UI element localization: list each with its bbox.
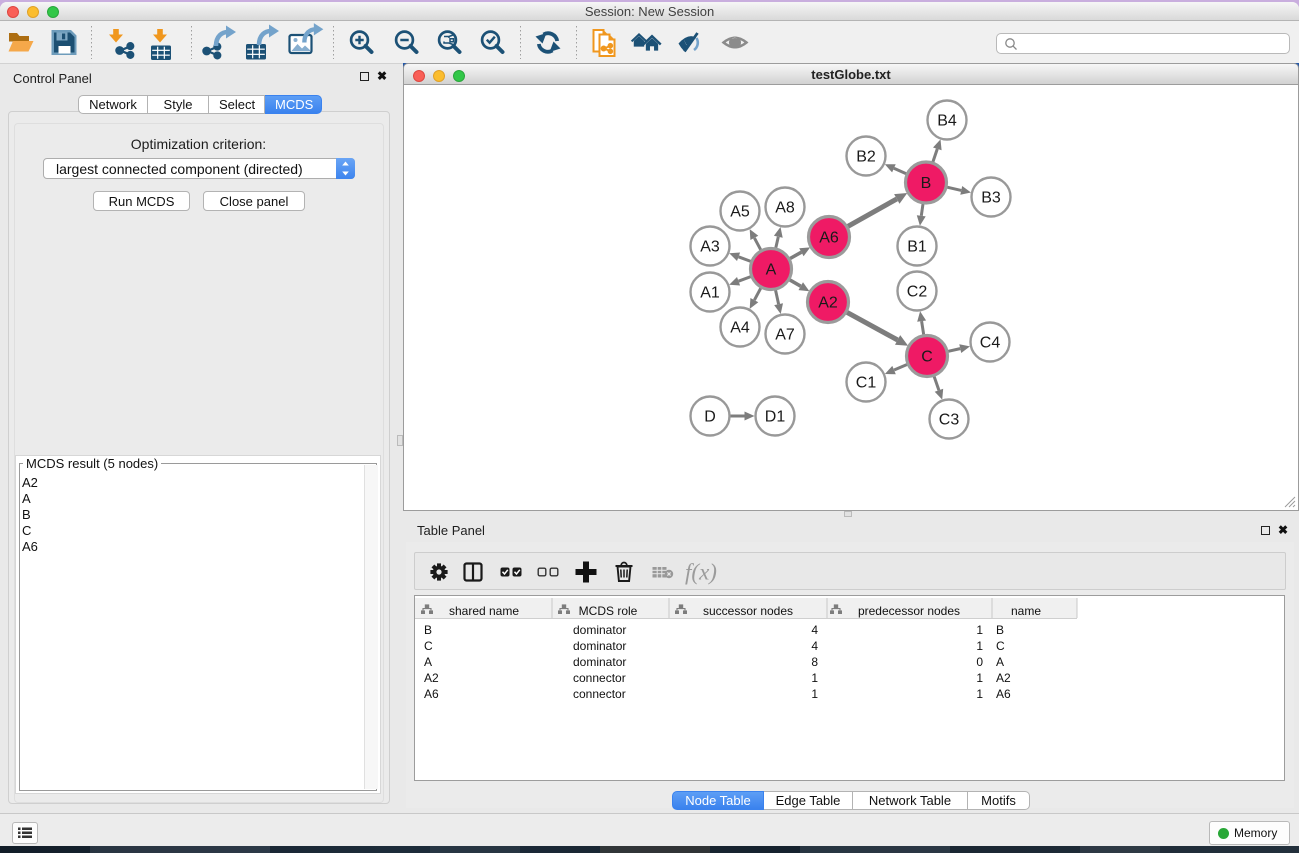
svg-text:dominator: dominator — [573, 655, 626, 669]
svg-text:A3: A3 — [700, 239, 720, 256]
svg-text:A2: A2 — [424, 671, 439, 685]
svg-text:C2: C2 — [907, 284, 928, 301]
svg-text:shared name: shared name — [449, 604, 519, 618]
svg-text:A2: A2 — [818, 295, 838, 312]
svg-text:dominator: dominator — [573, 639, 626, 653]
svg-text:name: name — [1011, 604, 1041, 618]
svg-text:connector: connector — [573, 671, 626, 685]
svg-text:D1: D1 — [765, 409, 786, 426]
svg-text:predecessor nodes: predecessor nodes — [858, 604, 960, 618]
svg-text:A: A — [996, 655, 1004, 669]
svg-text:1: 1 — [811, 687, 818, 701]
svg-text:C1: C1 — [856, 375, 877, 392]
svg-text:A1: A1 — [700, 285, 720, 302]
svg-text:0: 0 — [976, 655, 983, 669]
svg-text:B: B — [921, 175, 932, 192]
svg-text:B: B — [996, 623, 1004, 637]
svg-text:connector: connector — [573, 687, 626, 701]
svg-text:A2: A2 — [996, 671, 1011, 685]
svg-text:A5: A5 — [730, 204, 750, 221]
svg-text:1: 1 — [976, 687, 983, 701]
svg-text:C: C — [921, 349, 933, 366]
svg-text:B3: B3 — [981, 190, 1001, 207]
svg-text:A6: A6 — [424, 687, 439, 701]
svg-text:A8: A8 — [775, 200, 795, 217]
svg-text:1: 1 — [976, 671, 983, 685]
svg-text:A6: A6 — [996, 687, 1011, 701]
svg-text:D: D — [704, 409, 716, 426]
svg-text:successor nodes: successor nodes — [703, 604, 793, 618]
svg-text:C: C — [996, 639, 1005, 653]
svg-text:4: 4 — [811, 623, 818, 637]
svg-text:C: C — [424, 639, 433, 653]
svg-text:B1: B1 — [907, 239, 927, 256]
svg-text:MCDS role: MCDS role — [579, 604, 638, 618]
svg-text:B4: B4 — [937, 113, 957, 130]
svg-text:A: A — [424, 655, 432, 669]
svg-text:A: A — [766, 262, 777, 279]
svg-text:1: 1 — [976, 639, 983, 653]
svg-text:4: 4 — [811, 639, 818, 653]
svg-text:A7: A7 — [775, 327, 795, 344]
svg-text:dominator: dominator — [573, 623, 626, 637]
svg-text:1: 1 — [811, 671, 818, 685]
svg-text:C4: C4 — [980, 335, 1001, 352]
svg-text:A4: A4 — [730, 320, 750, 337]
svg-text:f(x): f(x) — [685, 560, 717, 585]
svg-text:B: B — [424, 623, 432, 637]
svg-text:8: 8 — [811, 655, 818, 669]
svg-text:A6: A6 — [819, 230, 839, 247]
svg-text:1: 1 — [976, 623, 983, 637]
svg-text:B2: B2 — [856, 149, 876, 166]
svg-text:C3: C3 — [939, 412, 960, 429]
